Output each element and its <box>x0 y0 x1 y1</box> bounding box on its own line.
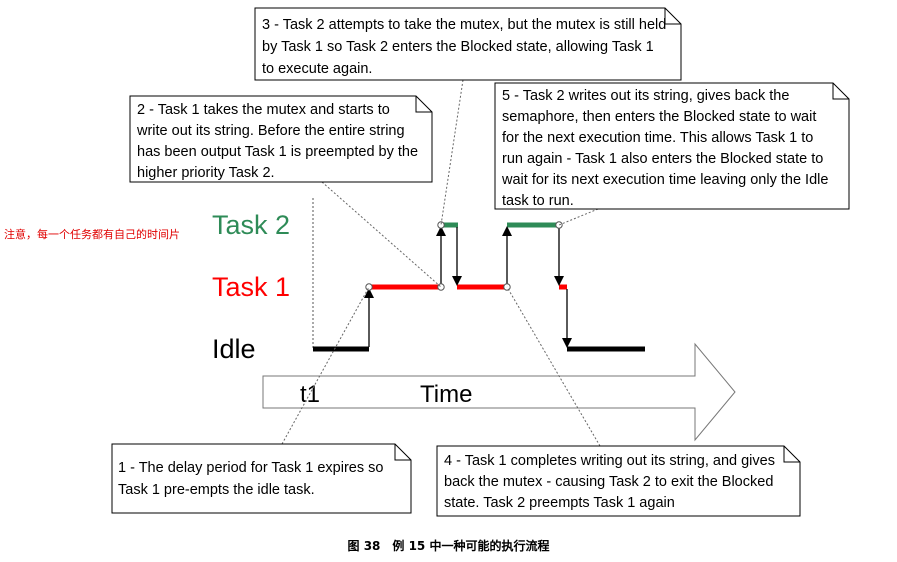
note-2-line-3: has been output Task 1 is preempted by t… <box>137 144 418 160</box>
time-arrow <box>262 342 736 442</box>
t1-label: t1 <box>300 381 320 408</box>
task2-label: Task 2 <box>212 210 290 240</box>
callout-note-4: 4 - Task 1 completes writing out its str… <box>436 445 801 517</box>
callout-note-1: 1 - The delay period for Task 1 expires … <box>111 443 412 514</box>
note-3-line-2: by Task 1 so Task 2 enters the Blocked s… <box>262 39 654 55</box>
note-5-line-6: task to run. <box>502 193 574 209</box>
callout-note-3: 3 - Task 2 attempts to take the mutex, b… <box>254 7 682 81</box>
note-4-line-2: back the mutex - causing Task 2 to exit … <box>444 474 773 490</box>
note-2-line-2: write out its string. Before the entire … <box>136 123 405 139</box>
note-5-line-5: wait for its next execution time leaving… <box>501 172 828 188</box>
task1-label: Task 1 <box>212 272 290 302</box>
side-note: 注意，每一个任务都有自己的时间片 <box>4 228 180 241</box>
callout-note-2: 2 - Task 1 takes the mutex and starts to… <box>129 95 433 183</box>
leader-line-2 <box>321 181 442 288</box>
note-5-line-2: semaphore, then enters the Blocked state… <box>502 109 816 125</box>
figure-caption: 图 38 例 15 中一种可能的执行流程 <box>347 539 550 553</box>
leader-line-5 <box>558 208 599 226</box>
note-3-line-1: 3 - Task 2 attempts to take the mutex, b… <box>262 17 666 33</box>
note-5-line-1: 5 - Task 2 writes out its string, gives … <box>502 88 789 104</box>
execution-diagram: t1 Time Task 2 Task 1 Idle 1 - The delay… <box>111 7 850 517</box>
leader-line-4 <box>506 286 601 447</box>
time-axis-label: Time <box>420 381 472 408</box>
note-3-line-3: to execute again. <box>262 61 372 77</box>
leader-line-3 <box>440 79 464 226</box>
note-1-line-1: 1 - The delay period for Task 1 expires … <box>118 460 383 476</box>
note-4-line-1: 4 - Task 1 completes writing out its str… <box>444 453 775 469</box>
note-4-line-3: state. Task 2 preempts Task 1 again <box>444 495 675 511</box>
note-2-line-4: higher priority Task 2. <box>137 165 275 181</box>
note-5-line-4: run again - Task 1 also enters the Block… <box>502 151 823 167</box>
note-2-line-1: 2 - Task 1 takes the mutex and starts to <box>137 102 390 118</box>
note-1-line-2: Task 1 pre-empts the idle task. <box>118 482 315 498</box>
note-5-line-3: for the next execution time. This allows… <box>502 130 813 146</box>
idle-label: Idle <box>212 334 256 364</box>
callout-note-5: 5 - Task 2 writes out its string, gives … <box>494 82 850 210</box>
leader-line-1 <box>281 286 370 445</box>
